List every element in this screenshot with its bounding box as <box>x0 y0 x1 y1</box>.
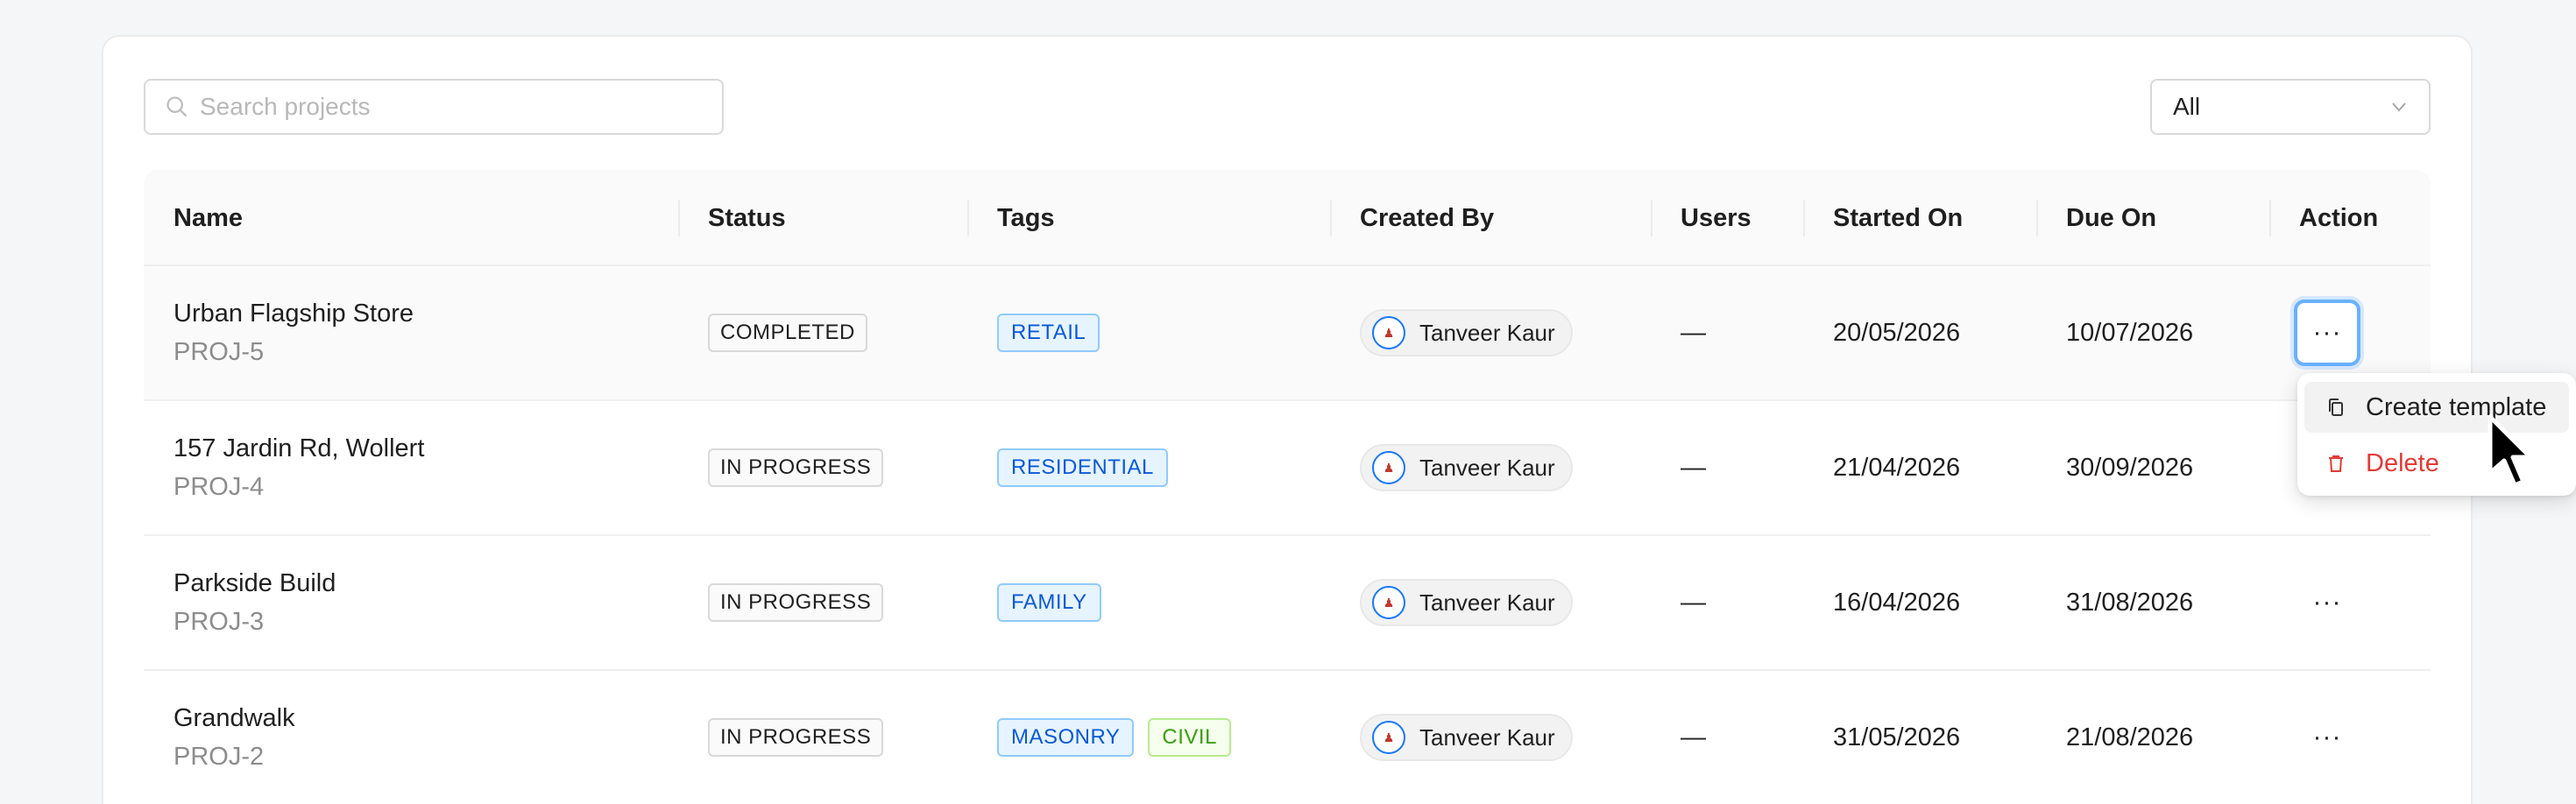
tag-badge: RESIDENTIAL <box>997 448 1168 487</box>
creator-name: Tanveer Kaur <box>1419 589 1555 616</box>
row-actions-button[interactable]: ··· <box>2294 704 2360 771</box>
started-on-value: 20/05/2026 <box>1833 318 1961 347</box>
creator-chip: ♟ Tanveer Kaur <box>1360 714 1573 761</box>
status-badge: IN PROGRESS <box>708 583 884 622</box>
mouse-pointer-icon <box>2488 414 2533 488</box>
creator-chip: ♟ Tanveer Kaur <box>1360 309 1573 356</box>
creator-name: Tanveer Kaur <box>1419 454 1555 481</box>
status-badge: IN PROGRESS <box>708 448 884 487</box>
row-actions-button[interactable]: ··· <box>2294 300 2360 366</box>
users-value: — <box>1681 453 1706 482</box>
project-name[interactable]: Parkside Build <box>173 564 336 603</box>
table-row[interactable]: 157 Jardin Rd, Wollert PROJ-4 IN PROGRES… <box>144 401 2431 536</box>
trash-icon <box>2329 455 2343 472</box>
column-header-action: Action <box>2299 203 2379 232</box>
due-on-value: 31/08/2026 <box>2066 588 2194 617</box>
status-badge: IN PROGRESS <box>708 718 884 757</box>
table-row[interactable]: Urban Flagship Store PROJ-5 COMPLETED RE… <box>144 266 2431 401</box>
projects-table: Name Status Tags Created By Users Starte… <box>144 170 2431 804</box>
table-row[interactable]: Parkside Build PROJ-3 IN PROGRESS FAMILY… <box>144 536 2431 671</box>
project-name[interactable]: Grandwalk <box>173 699 295 737</box>
column-header-name[interactable]: Name <box>173 170 243 266</box>
search-field[interactable] <box>144 79 724 135</box>
creator-name: Tanveer Kaur <box>1419 319 1555 346</box>
column-header-users[interactable]: Users <box>1681 170 1752 266</box>
project-code: PROJ-4 <box>173 473 265 501</box>
status-filter-select[interactable]: All <box>2150 79 2431 135</box>
due-on-value: 21/08/2026 <box>2066 723 2194 751</box>
tag-badge: MASONRY <box>997 718 1135 757</box>
chevron-down-icon <box>2392 102 2406 112</box>
column-header-status[interactable]: Status <box>708 170 786 266</box>
copy-icon <box>2329 398 2343 416</box>
started-on-value: 16/04/2026 <box>1833 588 1961 617</box>
tag-badge: CIVIL <box>1148 718 1231 757</box>
started-on-value: 31/05/2026 <box>1833 723 1961 751</box>
table-header: Name Status Tags Created By Users Starte… <box>144 170 2431 266</box>
project-code: PROJ-2 <box>173 743 265 771</box>
due-on-value: 30/09/2026 <box>2066 453 2194 482</box>
column-header-created-by[interactable]: Created By <box>1360 170 1494 266</box>
avatar: ♟ <box>1372 586 1405 619</box>
users-value: — <box>1681 318 1706 347</box>
search-icon <box>166 96 188 117</box>
project-name[interactable]: Urban Flagship Store <box>173 294 414 333</box>
users-value: — <box>1681 588 1706 617</box>
status-filter-value: All <box>2173 93 2201 120</box>
started-on-value: 21/04/2026 <box>1833 453 1961 482</box>
column-header-due-on[interactable]: Due On <box>2066 170 2156 266</box>
avatar: ♟ <box>1372 451 1405 484</box>
project-name[interactable]: 157 Jardin Rd, Wollert <box>173 429 424 468</box>
due-on-value: 10/07/2026 <box>2066 318 2194 347</box>
users-value: — <box>1681 723 1706 751</box>
column-header-tags[interactable]: Tags <box>997 170 1055 266</box>
avatar: ♟ <box>1372 721 1405 754</box>
tag-badge: RETAIL <box>997 314 1100 352</box>
avatar: ♟ <box>1372 316 1405 349</box>
creator-chip: ♟ Tanveer Kaur <box>1360 444 1573 491</box>
tag-badge: FAMILY <box>997 583 1101 622</box>
creator-name: Tanveer Kaur <box>1419 723 1555 751</box>
row-actions-button[interactable]: ··· <box>2294 569 2360 636</box>
search-input[interactable] <box>200 93 690 121</box>
table-row[interactable]: Grandwalk PROJ-2 IN PROGRESS MASONRY CIV… <box>144 671 2431 804</box>
menu-item-label: Delete <box>2366 448 2439 477</box>
creator-chip: ♟ Tanveer Kaur <box>1360 579 1573 626</box>
project-code: PROJ-3 <box>173 608 265 636</box>
status-badge: COMPLETED <box>708 314 867 352</box>
project-code: PROJ-5 <box>173 338 265 366</box>
column-header-started-on[interactable]: Started On <box>1833 170 1963 266</box>
